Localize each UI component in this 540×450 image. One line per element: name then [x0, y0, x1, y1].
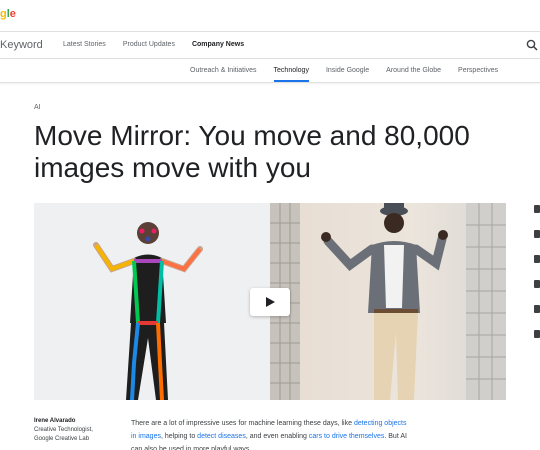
- article-intro: There are a lot of impressive uses for m…: [131, 417, 411, 450]
- brand-name[interactable]: Keyword: [0, 39, 43, 51]
- main-nav: Latest Stories Product Updates Company N…: [63, 41, 261, 48]
- email-icon[interactable]: [534, 305, 540, 313]
- dancing-man-image: [270, 203, 506, 400]
- body-text-2: , helping to: [160, 433, 198, 440]
- sub-navigation: Outreach & Initiatives Technology Inside…: [0, 59, 540, 83]
- tab-technology[interactable]: Technology: [273, 67, 310, 82]
- author-name[interactable]: Irene Alvarado: [34, 417, 93, 426]
- hero-video[interactable]: [34, 203, 506, 400]
- link-detect-diseases[interactable]: detect diseases: [197, 433, 246, 440]
- article-category[interactable]: AI: [34, 104, 41, 111]
- tab-around-the-globe[interactable]: Around the Globe: [386, 67, 441, 74]
- tab-outreach[interactable]: Outreach & Initiatives: [190, 67, 257, 74]
- nav-product-updates[interactable]: Product Updates: [123, 41, 175, 48]
- author-role: Creative Technologist,: [34, 427, 93, 433]
- share-rail: [534, 205, 540, 355]
- play-button[interactable]: [250, 288, 290, 316]
- search-icon[interactable]: [526, 39, 538, 51]
- twitter-icon[interactable]: [534, 255, 540, 263]
- nav-latest-stories[interactable]: Latest Stories: [63, 41, 106, 48]
- top-navigation: Keyword Latest Stories Product Updates C…: [0, 31, 540, 59]
- tab-perspectives[interactable]: Perspectives: [458, 67, 498, 74]
- author-block: Irene Alvarado Creative Technologist, Go…: [34, 417, 93, 444]
- nav-company-news[interactable]: Company News: [192, 41, 244, 48]
- facebook-icon[interactable]: [534, 280, 540, 288]
- body-text-1: There are a lot of impressive uses for m…: [131, 420, 354, 427]
- link-icon[interactable]: [534, 330, 540, 338]
- author-org: Google Creative Lab: [34, 436, 90, 442]
- share-icon[interactable]: [534, 205, 540, 213]
- link-cars-drive[interactable]: cars to drive themselves: [309, 433, 384, 440]
- google-logo[interactable]: gle gle: [0, 8, 16, 20]
- bookmark-icon[interactable]: [534, 230, 540, 238]
- pose-skeleton-image: [34, 203, 270, 400]
- body-text-3: , and even enabling: [245, 433, 309, 440]
- tab-inside-google[interactable]: Inside Google: [326, 67, 369, 74]
- article-title: Move Mirror: You move and 80,000 images …: [34, 120, 470, 183]
